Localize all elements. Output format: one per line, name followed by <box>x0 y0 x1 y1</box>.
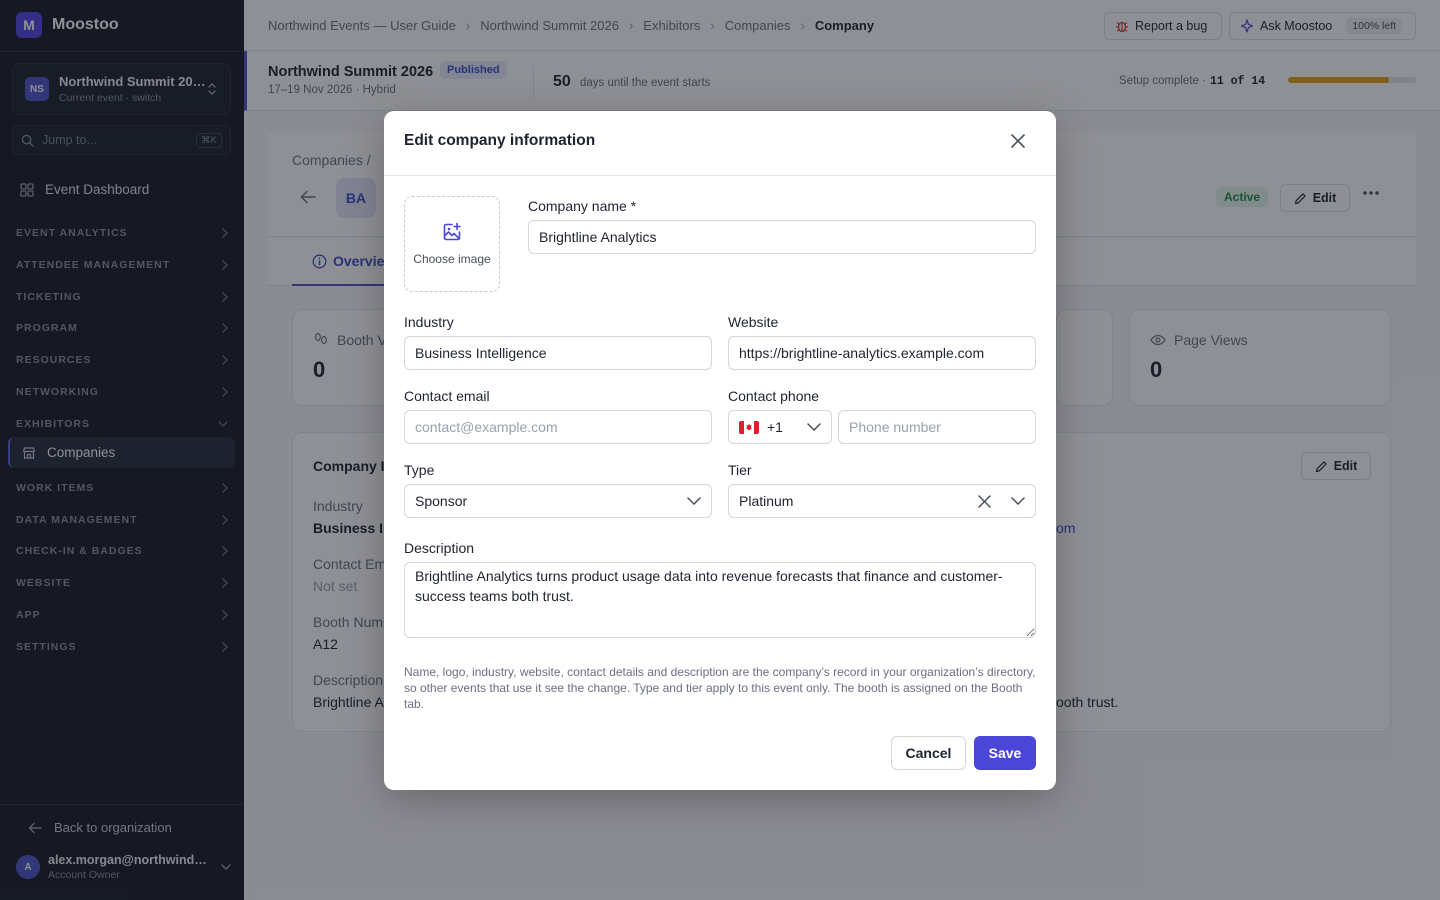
tier-select[interactable]: Platinum <box>728 484 1036 518</box>
cancel-button[interactable]: Cancel <box>891 736 966 770</box>
website-input[interactable] <box>728 336 1036 370</box>
dialog-divider <box>384 175 1056 176</box>
dial-code: +1 <box>767 419 783 435</box>
tier-label: Tier <box>728 462 752 478</box>
chevron-down-icon <box>687 497 701 505</box>
industry-label: Industry <box>404 314 454 330</box>
type-value: Sponsor <box>415 493 468 509</box>
canada-flag-icon <box>739 420 759 434</box>
website-label: Website <box>728 314 779 330</box>
chevron-down-icon <box>807 423 821 431</box>
edit-company-dialog: Edit company information Choose image Co… <box>384 111 1056 790</box>
choose-image-button[interactable]: Choose image <box>404 196 500 292</box>
industry-input[interactable] <box>404 336 712 370</box>
type-label: Type <box>404 462 435 478</box>
country-code-select[interactable]: +1 <box>728 410 832 444</box>
contact-phone-label: Contact phone <box>728 388 820 404</box>
choose-image-label: Choose image <box>413 252 491 266</box>
help-text: Name, logo, industry, website, contact d… <box>404 665 1036 711</box>
phone-number-input[interactable] <box>838 410 1036 444</box>
contact-email-label: Contact email <box>404 388 490 404</box>
contact-email-input[interactable] <box>404 410 712 444</box>
description-textarea[interactable]: Brightline Analytics turns product usage… <box>404 562 1036 638</box>
clear-icon[interactable] <box>978 494 991 508</box>
description-label: Description <box>404 540 475 556</box>
company-name-label: Company name * <box>528 198 637 214</box>
tier-value: Platinum <box>739 493 794 509</box>
image-plus-icon <box>443 222 461 241</box>
save-button[interactable]: Save <box>974 736 1036 770</box>
type-select[interactable]: Sponsor <box>404 484 712 518</box>
company-name-input[interactable] <box>528 220 1036 254</box>
close-icon[interactable] <box>1010 133 1026 149</box>
dialog-title: Edit company information <box>404 132 596 149</box>
chevron-down-icon <box>1011 497 1025 505</box>
